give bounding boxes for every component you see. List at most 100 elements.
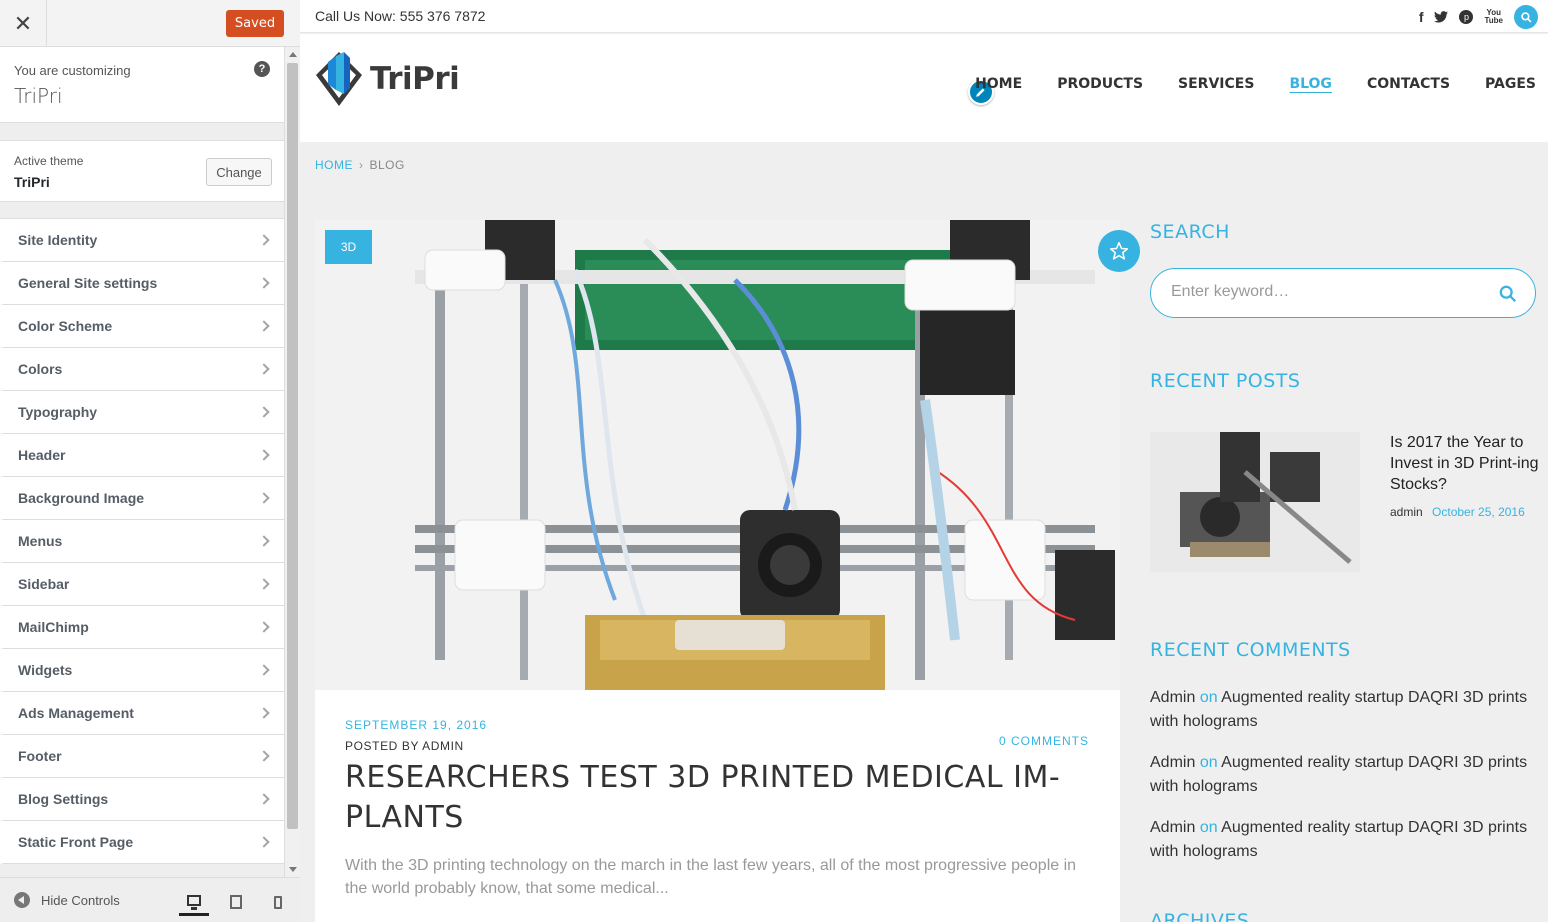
chevron-right-icon <box>258 277 270 289</box>
hide-controls-label: Hide Controls <box>41 892 120 908</box>
nav-products[interactable]: PRODUCTS <box>1057 76 1143 92</box>
breadcrumb-home[interactable]: HOME <box>315 158 353 172</box>
comment-on: on <box>1199 689 1218 706</box>
nav-pages[interactable]: PAGES <box>1485 76 1536 92</box>
chevron-right-icon <box>258 664 270 676</box>
chevron-right-icon <box>258 320 270 332</box>
section-label: Color Scheme <box>18 318 113 334</box>
chevron-right-icon <box>258 492 270 504</box>
youtube-icon[interactable]: You Tube <box>1484 9 1503 25</box>
recent-post-author[interactable]: admin <box>1390 505 1423 519</box>
section-background-image[interactable]: Background Image <box>0 477 284 520</box>
post-featured-image[interactable]: 3D <box>315 220 1120 690</box>
section-label: Ads Management <box>18 705 134 721</box>
section-widgets[interactable]: Widgets <box>0 649 284 692</box>
recent-comment: Admin on Augmented reality startup DAQRI… <box>1150 686 1530 734</box>
comment-author[interactable]: Admin <box>1150 819 1195 836</box>
post-author[interactable]: POSTED BY ADMIN <box>345 739 464 753</box>
section-site-identity[interactable]: Site Identity <box>0 219 284 262</box>
chevron-right-icon <box>258 406 270 418</box>
scroll-down-arrow-icon[interactable] <box>289 867 297 872</box>
scroll-up-arrow-icon[interactable] <box>289 52 297 57</box>
nav-services[interactable]: SERVICES <box>1178 76 1254 92</box>
pinterest-icon[interactable]: p <box>1459 10 1474 24</box>
recent-post-date[interactable]: October 25, 2016 <box>1432 505 1525 519</box>
section-footer[interactable]: Footer <box>0 735 284 778</box>
search-icon[interactable] <box>1514 5 1538 29</box>
search-box <box>1150 268 1536 318</box>
section-label: MailChimp <box>18 619 89 635</box>
breadcrumb: HOME › BLOG <box>315 158 405 172</box>
twitter-icon[interactable] <box>1434 7 1449 27</box>
site-logo[interactable]: TriPri <box>314 50 460 108</box>
chevron-right-icon <box>258 621 270 633</box>
section-static-front-page[interactable]: Static Front Page <box>0 821 284 864</box>
featured-star-icon[interactable] <box>1098 230 1140 272</box>
preview-desktop-button[interactable] <box>179 888 209 916</box>
search-widget-title: SEARCH <box>1150 221 1230 243</box>
logo-text: TriPri <box>370 61 460 97</box>
section-blog-settings[interactable]: Blog Settings <box>0 778 284 821</box>
hide-controls-button[interactable]: Hide Controls <box>14 892 120 908</box>
recent-post-title[interactable]: Is 2017 the Year to Invest in 3D Print-i… <box>1390 432 1540 495</box>
section-menus[interactable]: Menus <box>0 520 284 563</box>
section-ads-management[interactable]: Ads Management <box>0 692 284 735</box>
nav-blog[interactable]: BLOG <box>1289 76 1332 92</box>
post-title[interactable]: RESEARCHERS TEST 3D PRINTED MEDICAL IM-P… <box>345 758 1085 838</box>
post-date[interactable]: SEPTEMBER 19, 2016 <box>345 718 487 732</box>
customizer-header: ✕ Saved <box>0 0 300 47</box>
section-color-scheme[interactable]: Color Scheme <box>0 305 284 348</box>
post-excerpt: With the 3D printing technology on the m… <box>345 857 1077 897</box>
comment-on: on <box>1199 819 1218 836</box>
nav-contacts[interactable]: CONTACTS <box>1367 76 1450 92</box>
chevron-right-icon <box>258 793 270 805</box>
recent-post-thumbnail[interactable] <box>1150 432 1360 572</box>
section-mailchimp[interactable]: MailChimp <box>0 606 284 649</box>
category-badge[interactable]: 3D <box>325 230 372 264</box>
post-comments-link[interactable]: 0 COMMENTS <box>999 734 1089 748</box>
site-preview: Call Us Now: 555 376 7872 f p You Tube Tr… <box>300 0 1548 922</box>
archives-title: ARCHIVES <box>1150 910 1250 922</box>
comment-on: on <box>1199 754 1218 771</box>
main-navigation: HOME PRODUCTS SERVICES BLOG CONTACTS PAG… <box>975 76 1548 92</box>
section-label: Background Image <box>18 490 145 506</box>
section-sidebar[interactable]: Sidebar <box>0 563 284 606</box>
breadcrumb-current: BLOG <box>369 158 405 172</box>
section-colors[interactable]: Colors <box>0 348 284 391</box>
section-typography[interactable]: Typography <box>0 391 284 434</box>
blog-post-card: 3D SEPTEMBER 19, 2016 POSTED BY ADMIN 0 … <box>315 220 1140 922</box>
logo-icon <box>316 52 362 106</box>
chevron-right-icon <box>258 234 270 246</box>
preview-tablet-button[interactable] <box>221 888 251 916</box>
close-customizer-button[interactable]: ✕ <box>0 0 47 47</box>
site-header: TriPri HOME PRODUCTS SERVICES BLOG CONTA… <box>300 34 1548 142</box>
chevron-right-icon <box>258 578 270 590</box>
comment-author[interactable]: Admin <box>1150 689 1195 706</box>
section-label: General Site settings <box>18 275 158 291</box>
help-icon[interactable]: ? <box>254 61 270 77</box>
tablet-icon <box>230 895 242 909</box>
section-header[interactable]: Header <box>0 434 284 477</box>
scrollbar-thumb[interactable] <box>287 63 298 829</box>
search-icon[interactable] <box>1499 285 1517 308</box>
saved-button[interactable]: Saved <box>226 10 284 37</box>
section-label: Widgets <box>18 662 73 678</box>
customizer-footer: Hide Controls <box>0 877 300 922</box>
chevron-right-icon <box>258 449 270 461</box>
site-title: TriPri <box>14 84 63 108</box>
facebook-icon[interactable]: f <box>1419 7 1424 27</box>
nav-home[interactable]: HOME <box>975 76 1022 92</box>
call-us-text: Call Us Now: 555 376 7872 <box>315 8 486 24</box>
comment-author[interactable]: Admin <box>1150 754 1195 771</box>
mobile-icon <box>274 895 282 909</box>
change-theme-button[interactable]: Change <box>206 158 272 186</box>
section-label: Site Identity <box>18 232 98 248</box>
desktop-icon <box>187 895 201 910</box>
section-label: Menus <box>18 533 63 549</box>
preview-mobile-button[interactable] <box>263 888 293 916</box>
section-general-site-settings[interactable]: General Site settings <box>0 262 284 305</box>
section-label: Header <box>18 447 66 463</box>
search-input[interactable] <box>1171 283 1491 301</box>
customizer-scrollbar[interactable] <box>284 47 300 877</box>
recent-post-meta: admin October 25, 2016 <box>1390 505 1525 519</box>
